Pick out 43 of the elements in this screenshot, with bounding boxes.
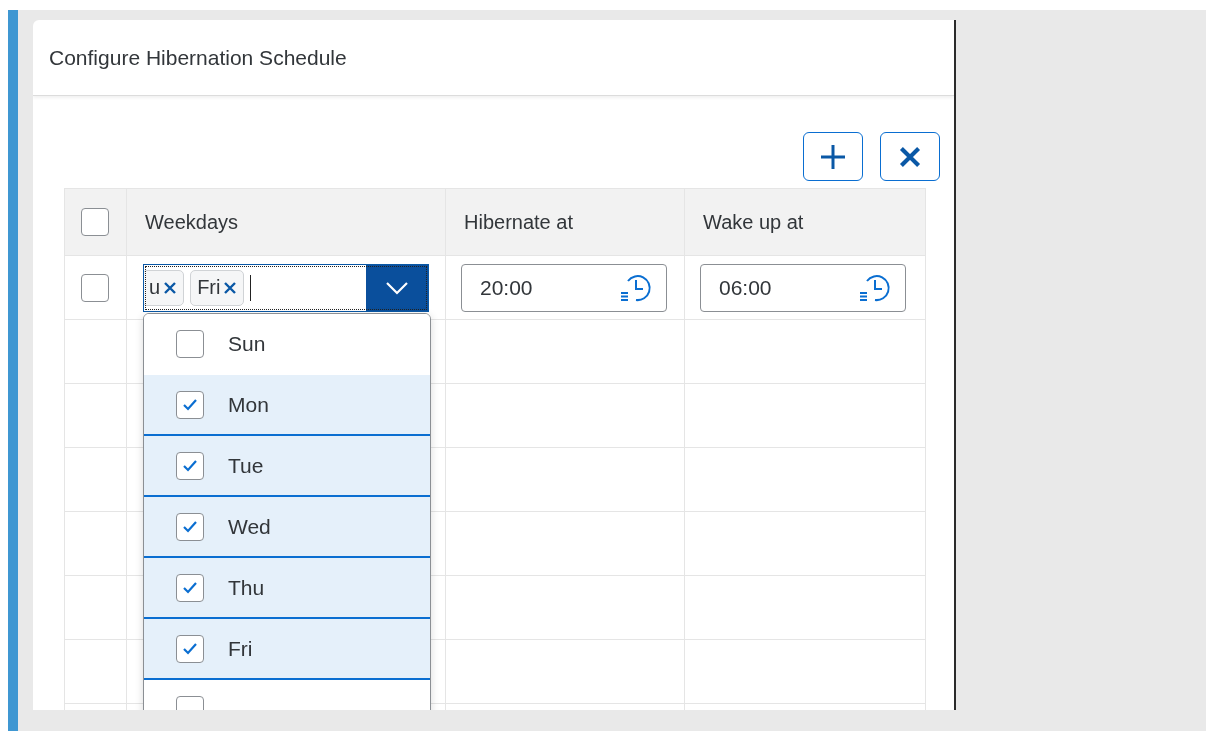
checkbox[interactable] bbox=[81, 208, 109, 236]
column-title: Hibernate at bbox=[464, 210, 573, 234]
list-item[interactable]: Sun bbox=[144, 314, 430, 375]
add-button[interactable] bbox=[803, 132, 863, 181]
close-icon bbox=[898, 144, 922, 169]
item-label: Thu bbox=[228, 575, 265, 600]
token[interactable]: u bbox=[144, 269, 185, 306]
list-item[interactable]: Fri bbox=[144, 619, 430, 680]
column-title: Weekdays bbox=[145, 210, 238, 234]
item-label: Wed bbox=[228, 514, 271, 539]
checkmark-icon bbox=[182, 458, 198, 473]
list-item[interactable]: Mon bbox=[144, 375, 430, 436]
add-icon bbox=[820, 143, 846, 170]
item-label: Fri bbox=[228, 636, 253, 661]
checkmark-icon bbox=[182, 641, 198, 656]
checkbox[interactable] bbox=[176, 573, 204, 602]
checkbox[interactable] bbox=[81, 273, 109, 302]
weekdays-multi-input[interactable]: u Fri bbox=[143, 263, 429, 312]
checkbox[interactable] bbox=[176, 329, 204, 358]
chevron-down-icon bbox=[385, 280, 409, 295]
checkmark-icon bbox=[182, 519, 198, 534]
time-field[interactable]: 06:00 bbox=[700, 263, 906, 312]
dialog-title: Configure Hibernation Schedule bbox=[49, 45, 347, 70]
list-item[interactable]: Wed bbox=[144, 497, 430, 558]
text-cursor bbox=[250, 274, 252, 301]
checkbox[interactable] bbox=[176, 451, 204, 480]
list-item[interactable]: Thu bbox=[144, 558, 430, 619]
dropdown-button[interactable] bbox=[366, 264, 428, 311]
checkmark-icon bbox=[182, 397, 198, 412]
column-title: Wake up at bbox=[703, 210, 804, 234]
checkmark-icon bbox=[182, 580, 198, 595]
item-label: Sun bbox=[228, 331, 266, 356]
checkbox[interactable] bbox=[176, 634, 204, 663]
list-item[interactable]: Tue bbox=[144, 436, 430, 497]
close-icon bbox=[163, 280, 178, 295]
item-label: Mon bbox=[228, 392, 269, 417]
checkbox[interactable] bbox=[176, 390, 204, 419]
time-field[interactable]: 20:00 bbox=[461, 263, 667, 312]
close-icon bbox=[223, 280, 238, 295]
delete-button[interactable] bbox=[880, 132, 940, 181]
checkbox[interactable] bbox=[176, 512, 204, 541]
token[interactable]: Fri bbox=[190, 269, 245, 306]
item-label: Tue bbox=[228, 453, 264, 478]
